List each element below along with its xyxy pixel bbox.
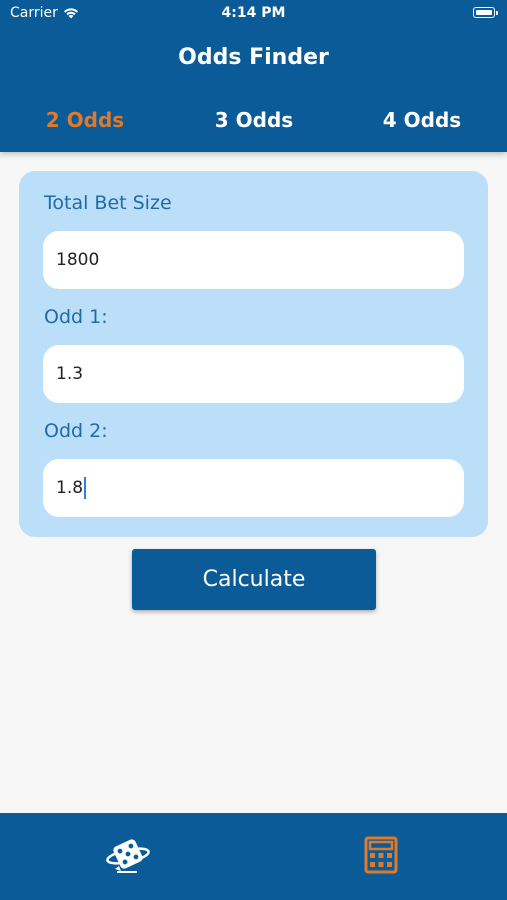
odd-2-value: 1.8: [56, 478, 84, 498]
battery-icon: [473, 7, 498, 18]
dice-icon: [106, 839, 150, 873]
odds-tabs: 2 Odds 3 Odds 4 Odds: [0, 108, 507, 140]
tab-4-odds[interactable]: 4 Odds: [347, 108, 497, 132]
bottom-navigation: [0, 813, 507, 900]
page-title: Odds Finder: [178, 45, 329, 70]
total-bet-size-field[interactable]: 1800: [43, 231, 464, 289]
total-bet-size-label: Total Bet Size: [44, 192, 172, 214]
total-bet-size-value: 1800: [56, 250, 100, 270]
tab-3-odds[interactable]: 3 Odds: [179, 108, 329, 132]
odd-2-field[interactable]: 1.8: [43, 459, 464, 517]
calculator-icon: [364, 836, 398, 874]
bet-form-card: Total Bet Size 1800 Odd 1: 1.3 Odd 2: 1.…: [19, 171, 488, 537]
odd-1-value: 1.3: [56, 364, 84, 384]
status-bar: Carrier 4:14 PM: [0, 0, 507, 28]
top-app-bar: Carrier 4:14 PM Odds Finder 2 Odds 3 Odd…: [0, 0, 507, 152]
odd-1-field[interactable]: 1.3: [43, 345, 464, 403]
status-time: 4:14 PM: [221, 5, 286, 21]
nav-calculator[interactable]: [359, 835, 405, 875]
odd-2-label: Odd 2:: [44, 420, 108, 442]
nav-odds-finder[interactable]: [105, 835, 151, 875]
odd-1-label: Odd 1:: [44, 306, 108, 328]
text-cursor: [84, 477, 87, 499]
app-screen: Carrier 4:14 PM Odds Finder 2 Odds 3 Odd…: [0, 0, 507, 900]
calculate-button[interactable]: Calculate: [132, 549, 376, 610]
tab-2-odds[interactable]: 2 Odds: [10, 108, 160, 132]
